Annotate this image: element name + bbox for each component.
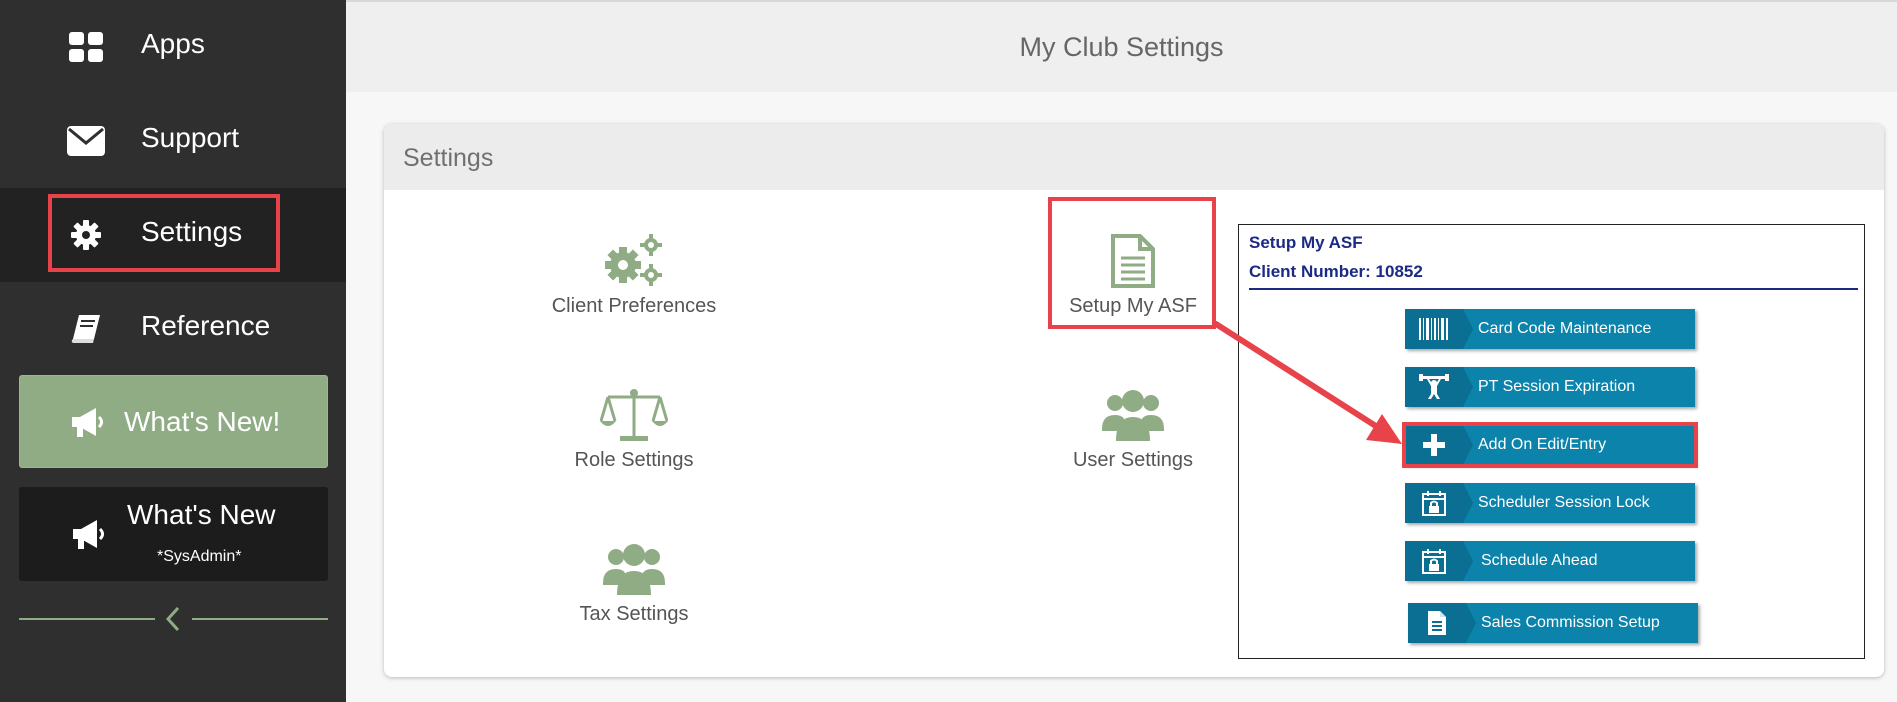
header-bar: My Club Settings	[346, 0, 1897, 92]
document-icon	[1408, 603, 1476, 643]
card-code-maintenance-button[interactable]: Card Code Maintenance	[1405, 309, 1695, 349]
whats-new-label: What's New!	[124, 405, 281, 437]
button-label: Card Code Maintenance	[1478, 320, 1652, 337]
users-icon	[524, 531, 744, 597]
gears-icon	[524, 223, 744, 289]
popup-heading: Setup My ASF	[1249, 233, 1363, 252]
sidebar-item-support[interactable]: Support	[0, 94, 346, 188]
sidebar: Apps Support Settings Reference What's N…	[0, 0, 346, 702]
divider	[1249, 288, 1858, 290]
tile-client-preferences[interactable]: Client Preferences	[524, 223, 744, 318]
sidebar-item-reference[interactable]: Reference	[0, 282, 346, 376]
weightlifter-icon	[1405, 367, 1473, 407]
barcode-icon	[1405, 309, 1473, 349]
schedule-ahead-button[interactable]: Schedule Ahead	[1405, 541, 1695, 581]
tile-label: User Settings	[1072, 449, 1194, 471]
divider	[19, 618, 155, 620]
sidebar-item-label: Reference	[141, 310, 271, 341]
envelope-icon	[66, 121, 106, 161]
settings-highlight-box	[48, 194, 280, 272]
chevron-left-icon	[165, 606, 181, 637]
balance-scale-icon	[524, 377, 744, 443]
tile-user-settings[interactable]: User Settings	[1023, 377, 1243, 472]
megaphone-icon	[70, 406, 106, 443]
megaphone-icon	[71, 518, 107, 555]
sidebar-item-label: Support	[141, 122, 240, 153]
client-number: Client Number: 10852	[1249, 262, 1423, 281]
sidebar-collapse-toggle[interactable]	[19, 604, 328, 634]
divider	[192, 618, 328, 620]
apps-grid-icon	[66, 27, 106, 67]
sidebar-item-apps[interactable]: Apps	[0, 0, 346, 94]
whats-new-button[interactable]: What's New!	[19, 375, 328, 468]
button-label: Scheduler Session Lock	[1478, 494, 1650, 511]
button-label: Schedule Ahead	[1481, 552, 1598, 569]
button-label: Sales Commission Setup	[1481, 614, 1660, 631]
users-icon	[1023, 377, 1243, 443]
tile-tax-settings[interactable]: Tax Settings	[524, 531, 744, 626]
whats-new-sysadmin-button[interactable]: What's New *SysAdmin*	[19, 487, 328, 581]
tile-label: Role Settings	[574, 449, 694, 471]
tile-label: Client Preferences	[551, 295, 717, 317]
page-title: My Club Settings	[1019, 32, 1224, 62]
book-icon	[66, 309, 106, 349]
tile-label: Tax Settings	[579, 603, 689, 625]
button-label: PT Session Expiration	[1478, 378, 1636, 395]
setup-my-asf-highlight-box	[1048, 197, 1216, 329]
whats-new-sys-title: What's New	[127, 499, 276, 530]
whats-new-sys-subtitle: *SysAdmin*	[157, 548, 242, 565]
scheduler-session-lock-button[interactable]: Scheduler Session Lock	[1405, 483, 1695, 523]
pt-session-expiration-button[interactable]: PT Session Expiration	[1405, 367, 1695, 407]
sidebar-item-label: Apps	[141, 28, 205, 59]
add-on-edit-entry-highlight-box	[1402, 422, 1698, 468]
sales-commission-setup-button[interactable]: Sales Commission Setup	[1408, 603, 1698, 643]
tile-role-settings[interactable]: Role Settings	[524, 377, 744, 472]
calendar-lock-icon	[1405, 541, 1473, 581]
calendar-lock-icon	[1405, 483, 1473, 523]
panel-header: Settings	[384, 124, 1884, 190]
panel-title: Settings	[403, 144, 494, 172]
